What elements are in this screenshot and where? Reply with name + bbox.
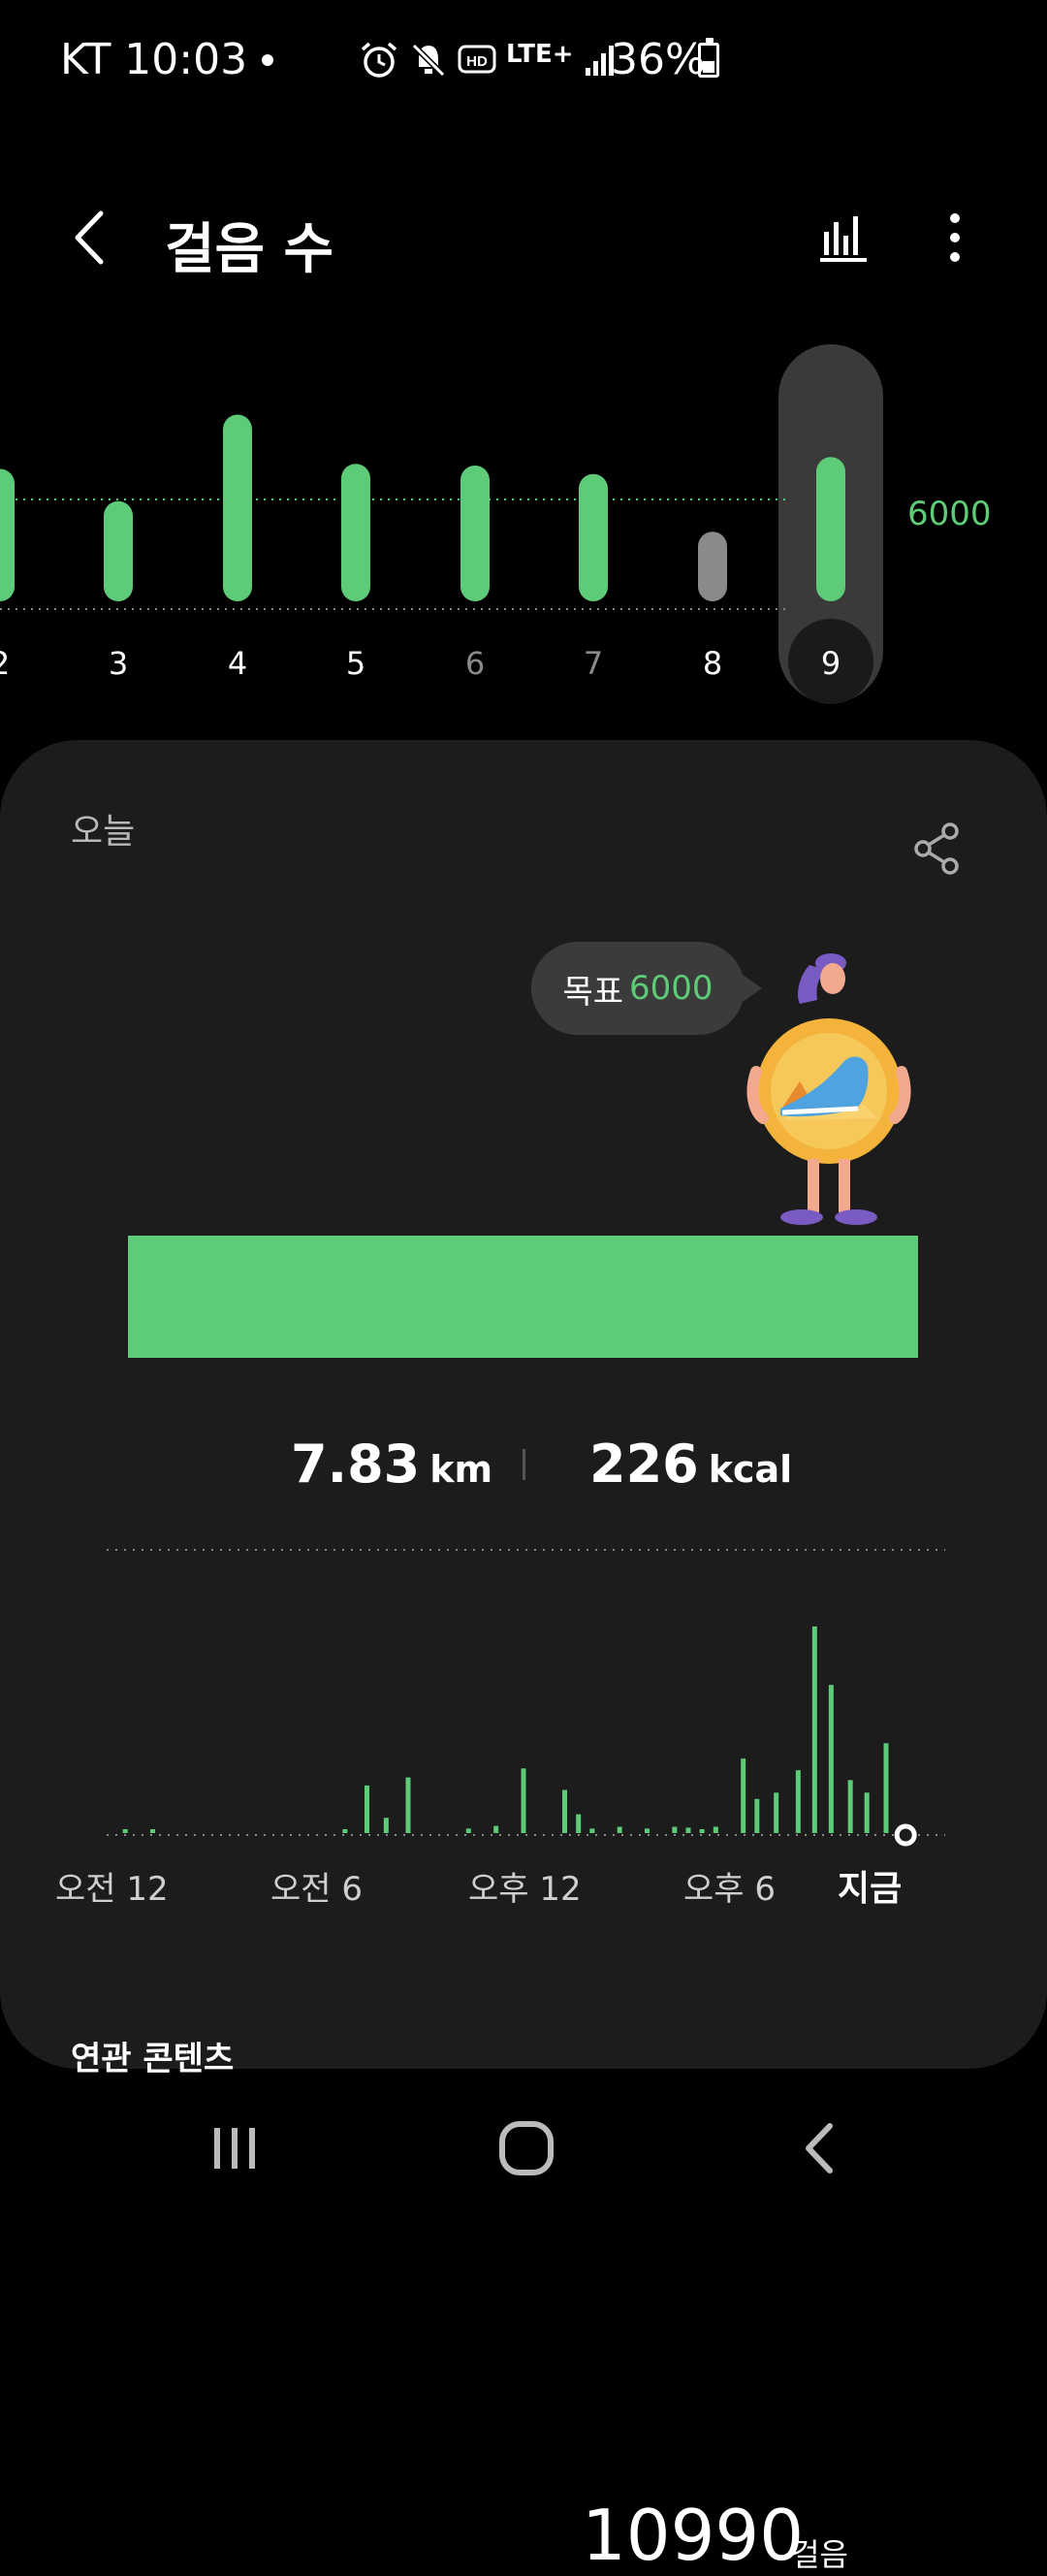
home-icon[interactable] [492, 2114, 560, 2182]
now-marker [894, 1823, 917, 1847]
share-icon[interactable] [911, 820, 965, 878]
goal-prefix: 목표 [562, 972, 624, 1012]
hourly-bar [795, 1770, 801, 1833]
notification-dot-icon [262, 54, 273, 66]
distance-stat: 7.83 km [291, 1433, 492, 1495]
distance-unit: km [429, 1448, 493, 1491]
svg-text:HD: HD [466, 53, 488, 70]
time-label-now: 지금 [838, 1869, 903, 1909]
hourly-bar [685, 1827, 691, 1833]
mute-icon [410, 42, 447, 79]
today-label: 오늘 [71, 812, 136, 852]
hourly-bar [521, 1768, 526, 1833]
hourly-bar [562, 1789, 567, 1833]
day-label-9[interactable]: 9 [821, 645, 841, 682]
back-arrow-icon[interactable] [58, 204, 126, 272]
hourly-bar [645, 1828, 650, 1833]
calories-value: 226 [589, 1433, 699, 1495]
day-label-4[interactable]: 4 [228, 645, 247, 682]
hourly-bar [847, 1780, 853, 1833]
status-carrier-time: KT 10:03 [60, 35, 248, 84]
page-title: 걸음 수 [165, 218, 334, 281]
daily-bar-9[interactable] [816, 457, 845, 601]
time-label-pm12: 오후 12 [468, 1870, 582, 1909]
hourly-bar [672, 1826, 678, 1833]
hourly-bar [342, 1829, 348, 1833]
hourly-bar [713, 1826, 718, 1833]
hourly-bar [811, 1626, 817, 1833]
hourly-bar [465, 1828, 471, 1833]
hourly-bar [493, 1825, 499, 1833]
bar-chart-icon[interactable] [814, 209, 872, 267]
battery-percent: 36% [611, 35, 706, 84]
day-label-5[interactable]: 5 [346, 645, 365, 682]
steps-unit: 걸음 [791, 2536, 848, 2573]
daily-bar-6[interactable] [460, 466, 490, 601]
alarm-icon [361, 42, 397, 78]
hourly-bar [774, 1792, 779, 1833]
time-label-am12: 오전 12 [55, 1870, 169, 1909]
hourly-bar [883, 1743, 889, 1833]
hourly-bar [754, 1798, 760, 1833]
battery-icon [698, 38, 719, 78]
daily-bar-2[interactable] [0, 468, 15, 602]
status-icons: HD LTE+ [359, 39, 619, 81]
day-label-2[interactable]: 2 [0, 645, 10, 682]
hourly-bar [741, 1758, 746, 1833]
recent-apps-icon[interactable] [201, 2114, 269, 2182]
more-vertical-icon[interactable] [926, 209, 984, 267]
day-label-3[interactable]: 3 [109, 645, 128, 682]
day-label-8[interactable]: 8 [703, 645, 722, 682]
day-label-7[interactable]: 7 [584, 645, 603, 682]
steps-progress-bar: 10990 걸음 [128, 1236, 918, 2576]
goal-value: 6000 [629, 969, 714, 1008]
hourly-bar [589, 1828, 595, 1833]
daily-bar-7[interactable] [579, 473, 608, 601]
steps-value: 10990 [581, 2495, 804, 2576]
day-label-6[interactable]: 6 [465, 645, 485, 682]
lte-icon: LTE+ [506, 40, 574, 69]
back-icon[interactable] [787, 2114, 855, 2182]
daily-bar-5[interactable] [341, 464, 370, 601]
stat-divider [523, 1449, 525, 1480]
daily-bar-4[interactable] [223, 414, 252, 602]
mascot-illustration [746, 953, 911, 1225]
goal-bubble: 목표 6000 [531, 942, 762, 1035]
status-bar: KT 10:03 HD LTE+ 36% [0, 0, 1047, 126]
hourly-bar [365, 1785, 369, 1833]
time-label-am6: 오전 6 [270, 1870, 363, 1909]
goal-line-label: 6000 [907, 495, 992, 533]
calories-stat: 226 kcal [589, 1433, 792, 1495]
hourly-bar [699, 1829, 705, 1833]
daily-bar-8[interactable] [698, 531, 727, 601]
distance-value: 7.83 [291, 1433, 421, 1495]
hourly-bar [405, 1777, 411, 1833]
hourly-bar [122, 1829, 128, 1833]
hourly-bar [864, 1792, 870, 1833]
time-label-pm6: 오후 6 [683, 1870, 776, 1909]
hd-icon: HD [458, 45, 496, 74]
related-content-title: 연관 콘텐츠 [71, 2040, 235, 2078]
calories-unit: kcal [708, 1448, 793, 1491]
daily-steps-chart: 2 3 4 5 6 7 8 9 [0, 344, 883, 704]
hourly-bar [617, 1826, 622, 1833]
hourly-bar [383, 1818, 389, 1833]
daily-bar-3[interactable] [104, 500, 133, 601]
hourly-bar [828, 1685, 834, 1833]
hourly-bar [576, 1814, 582, 1833]
hourly-bar [150, 1829, 155, 1833]
